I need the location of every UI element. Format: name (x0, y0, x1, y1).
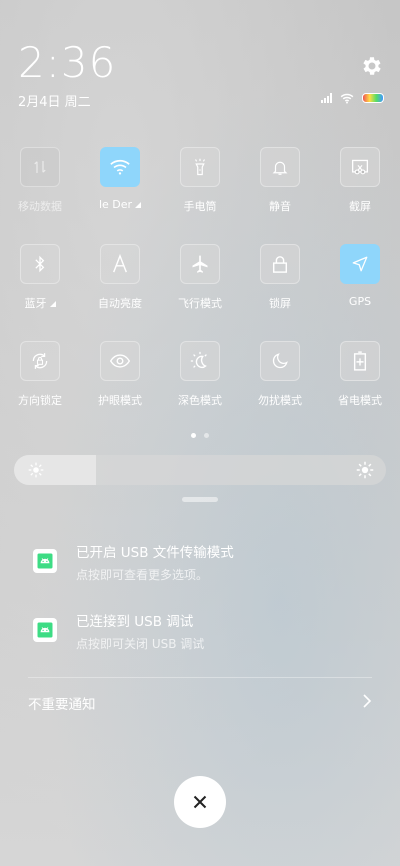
notification-subtitle: 点按即可关闭 USB 调试 (76, 637, 205, 651)
dark-mode-icon (190, 351, 207, 369)
tile-airplane[interactable]: 飞行模式 (160, 244, 240, 341)
eye-icon (109, 354, 131, 368)
tile-gps[interactable]: GPS (320, 244, 400, 341)
wifi-icon (110, 159, 130, 175)
tile-label: 截屏 (349, 200, 371, 213)
sun-low-icon (28, 462, 44, 478)
tile-flashlight[interactable]: 手电筒 (160, 147, 240, 244)
dropdown-triangle-icon (135, 202, 142, 208)
tile-label: 蓝牙 (24, 297, 47, 310)
tile-dark-mode[interactable]: 深色模式 (160, 341, 240, 438)
tile-rotation-lock[interactable]: 方向锁定 (0, 341, 80, 438)
unimportant-notifications-link[interactable]: 不重要通知 (28, 693, 96, 713)
lock-icon (272, 256, 288, 273)
tile-label: GPS (348, 295, 372, 308)
tile-auto-brightness[interactable]: 自动亮度 (80, 244, 160, 341)
tile-label: 手电筒 (183, 200, 217, 213)
battery-saver-icon (353, 351, 367, 371)
mobile-data-icon (34, 161, 46, 173)
status-icons (321, 91, 384, 105)
tile-label: 护眼模式 (98, 394, 142, 407)
bell-icon (272, 161, 288, 175)
chevron-right-icon[interactable] (360, 694, 374, 708)
tile-lock-screen[interactable]: 锁屏 (240, 244, 320, 341)
screenshot-icon (351, 159, 369, 175)
airplane-icon (192, 255, 208, 273)
tile-label: 自动亮度 (98, 297, 142, 310)
divider (28, 677, 372, 678)
quick-settings-grid: 移动数据 le Der 手电筒 静音 截屏 蓝牙 自动亮度 飞行模式 锁屏 GP… (0, 147, 400, 438)
tile-label: 方向锁定 (18, 394, 62, 407)
flashlight-icon (194, 158, 206, 176)
close-icon (193, 795, 207, 809)
battery-icon (362, 93, 384, 103)
tile-eye-care[interactable]: 护眼模式 (80, 341, 160, 438)
date: 2月4日 周二 (18, 95, 91, 110)
rotation-lock-icon (32, 353, 48, 369)
page-indicator (0, 433, 400, 438)
sun-high-icon (356, 461, 374, 479)
page-dot-active (191, 433, 196, 438)
notification-title: 已开启 USB 文件传输模式 (76, 545, 234, 561)
location-icon (352, 256, 368, 272)
brightness-slider[interactable] (14, 455, 386, 485)
tile-label: 省电模式 (338, 394, 382, 407)
drag-handle[interactable] (182, 497, 218, 502)
tile-label: 深色模式 (178, 394, 222, 407)
tile-label: 移动数据 (18, 200, 62, 213)
notification-title: 已连接到 USB 调试 (76, 614, 194, 630)
tile-screenshot[interactable]: 截屏 (320, 147, 400, 244)
signal-icon (321, 93, 332, 103)
bluetooth-icon (35, 255, 45, 273)
tile-label: 锁屏 (269, 297, 291, 310)
tile-label: 静音 (269, 200, 291, 213)
notification-subtitle: 点按即可查看更多选项。 (76, 568, 209, 582)
tile-wifi[interactable]: le Der (80, 147, 160, 244)
tile-mobile-data[interactable]: 移动数据 (0, 147, 80, 244)
wifi-status-icon (340, 93, 354, 104)
moon-icon (272, 353, 288, 369)
clear-all-button[interactable] (174, 776, 226, 828)
android-icon (37, 553, 53, 569)
tile-mute[interactable]: 静音 (240, 147, 320, 244)
gear-icon[interactable] (360, 54, 384, 78)
brightness-fill (14, 455, 96, 485)
tile-label: 飞行模式 (178, 297, 222, 310)
tile-do-not-disturb[interactable]: 勿扰模式 (240, 341, 320, 438)
tile-bluetooth[interactable]: 蓝牙 (0, 244, 80, 341)
tile-label: le Der (98, 198, 133, 211)
tile-label: 勿扰模式 (258, 394, 302, 407)
dropdown-triangle-icon (49, 301, 56, 307)
clock: 2:36 (18, 38, 117, 87)
tile-battery-saver[interactable]: 省电模式 (320, 341, 400, 438)
auto-brightness-icon (113, 254, 127, 273)
page-dot (204, 433, 209, 438)
android-icon (37, 622, 53, 638)
